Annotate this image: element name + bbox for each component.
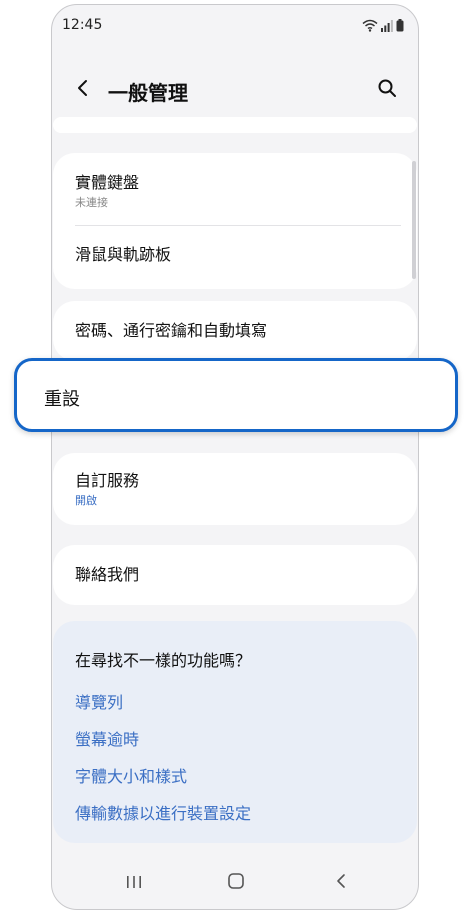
previous-card-edge <box>53 117 417 133</box>
app-bar: 一般管理 <box>52 67 418 115</box>
phone-frame: 12:45 一般管理 實體鍵盤 未連接 滑鼠與軌跡板 密碼、通行密鑰和自動填寫 … <box>51 4 419 910</box>
battery-icon <box>396 17 404 36</box>
contact-us-item[interactable]: 聯絡我們 <box>75 565 395 585</box>
physical-keyboard-label: 實體鍵盤 <box>75 173 140 192</box>
nav-back-icon <box>335 873 347 893</box>
physical-keyboard-item[interactable]: 實體鍵盤 未連接 <box>75 173 395 211</box>
scrollbar[interactable] <box>412 161 416 279</box>
status-bar: 12:45 <box>52 5 418 45</box>
page-title: 一般管理 <box>108 81 188 105</box>
mouse-trackpad-label: 滑鼠與軌跡板 <box>75 245 172 264</box>
physical-keyboard-status: 未連接 <box>75 196 108 209</box>
search-button[interactable] <box>372 75 402 105</box>
back-button[interactable] <box>68 75 98 105</box>
suggestions-title: 在尋找不一樣的功能嗎？ <box>75 651 252 670</box>
passwords-label: 密碼、通行密鑰和自動填寫 <box>75 321 268 340</box>
wifi-icon <box>362 17 378 36</box>
customization-service-status: 開啟 <box>75 494 97 507</box>
contact-us-label: 聯絡我們 <box>75 565 140 584</box>
suggestion-link-transfer-data[interactable]: 傳輸數據以進行裝置設定 <box>75 800 251 824</box>
mouse-trackpad-item[interactable]: 滑鼠與軌跡板 <box>75 245 395 265</box>
signal-icon <box>381 17 393 36</box>
home-icon <box>227 873 245 893</box>
recent-apps-icon <box>126 874 142 893</box>
customization-service-item[interactable]: 自訂服務 開啟 <box>75 471 395 509</box>
home-button[interactable] <box>220 869 252 897</box>
customization-service-label: 自訂服務 <box>75 471 140 490</box>
suggestions-card: 在尋找不一樣的功能嗎？ 導覽列 螢幕逾時 字體大小和樣式 傳輸數據以進行裝置設定 <box>53 621 417 843</box>
recent-apps-button[interactable] <box>118 869 150 897</box>
passwords-card: 密碼、通行密鑰和自動填寫 <box>53 301 417 361</box>
suggestion-link-screen-timeout[interactable]: 螢幕逾時 <box>75 726 139 750</box>
passwords-item[interactable]: 密碼、通行密鑰和自動填寫 <box>75 321 395 341</box>
status-icons <box>362 17 404 36</box>
nav-back-button[interactable] <box>325 869 357 897</box>
suggestion-link-font-size-style[interactable]: 字體大小和樣式 <box>75 763 187 787</box>
customization-service-card: 自訂服務 開啟 <box>53 453 417 525</box>
navigation-bar <box>52 857 418 909</box>
reset-item[interactable]: 重設 <box>14 358 458 432</box>
input-devices-card: 實體鍵盤 未連接 滑鼠與軌跡板 <box>53 153 417 289</box>
contact-us-card: 聯絡我們 <box>53 545 417 605</box>
reset-label: 重設 <box>44 389 80 410</box>
divider <box>75 225 401 226</box>
chevron-left-icon <box>76 79 90 101</box>
search-icon <box>377 78 397 102</box>
suggestion-link-navigation-bar[interactable]: 導覽列 <box>75 689 123 713</box>
status-time: 12:45 <box>62 17 103 33</box>
